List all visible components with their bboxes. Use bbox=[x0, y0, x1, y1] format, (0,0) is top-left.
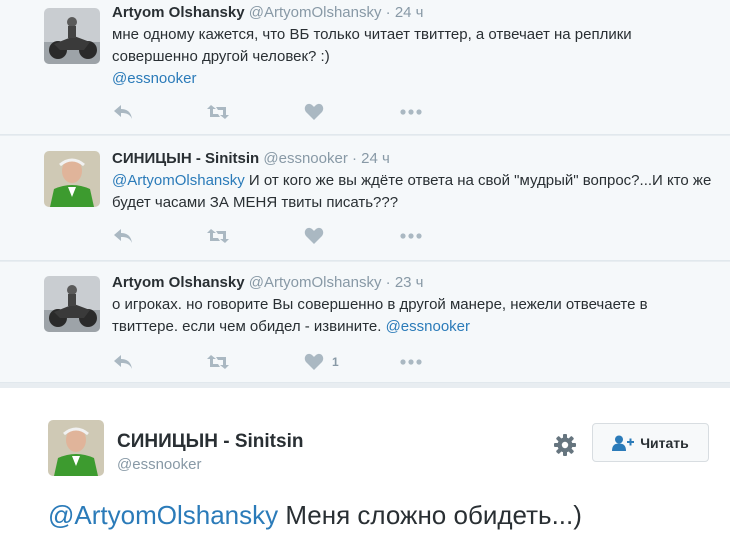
reply-icon[interactable] bbox=[112, 352, 134, 372]
like-count: 1 bbox=[332, 355, 339, 369]
tweet-actions bbox=[112, 102, 432, 122]
mention-link[interactable]: @ArtyomOlshansky bbox=[48, 500, 278, 530]
avatar[interactable] bbox=[44, 276, 100, 332]
retweet-icon[interactable] bbox=[206, 226, 230, 246]
author-name[interactable]: СИНИЦЫН - Sinitsin bbox=[112, 150, 259, 167]
timestamp[interactable]: 24 ч bbox=[361, 150, 390, 167]
avatar[interactable] bbox=[48, 420, 104, 476]
mention-link[interactable]: @essnooker bbox=[112, 70, 196, 87]
follow-button[interactable]: Читать bbox=[592, 423, 709, 462]
author-handle[interactable]: @essnooker bbox=[117, 456, 201, 473]
more-icon[interactable] bbox=[400, 226, 422, 246]
retweet-icon[interactable] bbox=[206, 352, 230, 372]
avatar[interactable] bbox=[44, 151, 100, 207]
tweet[interactable]: Artyom Olshansky @ArtyomOlshansky · 24 ч… bbox=[0, 0, 730, 135]
author-name[interactable]: СИНИЦЫН - Sinitsin bbox=[117, 431, 303, 453]
retweet-icon[interactable] bbox=[206, 102, 230, 122]
timestamp[interactable]: 23 ч bbox=[395, 274, 424, 291]
more-icon[interactable] bbox=[400, 102, 422, 122]
tweet-text: Меня сложно обидеть...) bbox=[278, 500, 582, 530]
tweet-actions bbox=[112, 226, 432, 246]
more-icon[interactable] bbox=[400, 352, 422, 372]
reply-icon[interactable] bbox=[112, 102, 134, 122]
heart-icon bbox=[304, 353, 324, 370]
tweet-text: мне одному кажется, что ВБ только читает… bbox=[112, 26, 632, 65]
author-name[interactable]: Artyom Olshansky bbox=[112, 274, 245, 291]
heart-icon[interactable] bbox=[304, 226, 324, 246]
tweet[interactable]: Artyom Olshansky @ArtyomOlshansky · 23 ч… bbox=[0, 262, 730, 383]
like-button[interactable]: 1 bbox=[304, 352, 339, 372]
mention-link[interactable]: @essnooker bbox=[386, 318, 470, 335]
author-handle[interactable]: @ArtyomOlshansky bbox=[249, 4, 382, 21]
author-handle[interactable]: @ArtyomOlshansky bbox=[249, 274, 382, 291]
tweet-actions: 1 bbox=[112, 352, 432, 372]
author-name[interactable]: Artyom Olshansky bbox=[112, 4, 245, 21]
follow-label: Читать bbox=[640, 434, 689, 451]
author-handle[interactable]: @essnooker bbox=[263, 150, 347, 167]
reply-icon[interactable] bbox=[112, 226, 134, 246]
avatar[interactable] bbox=[44, 8, 100, 64]
tweet[interactable]: СИНИЦЫН - Sinitsin @essnooker · 24 ч @Ar… bbox=[0, 136, 730, 261]
gear-icon[interactable] bbox=[553, 433, 577, 457]
mention-link[interactable]: @ArtyomOlshansky bbox=[112, 172, 245, 189]
timestamp[interactable]: 24 ч bbox=[395, 4, 424, 21]
heart-icon[interactable] bbox=[304, 102, 324, 122]
tweet-text: о игроках. но говорите Вы совершенно в д… bbox=[112, 296, 648, 335]
follow-person-icon bbox=[612, 435, 635, 451]
